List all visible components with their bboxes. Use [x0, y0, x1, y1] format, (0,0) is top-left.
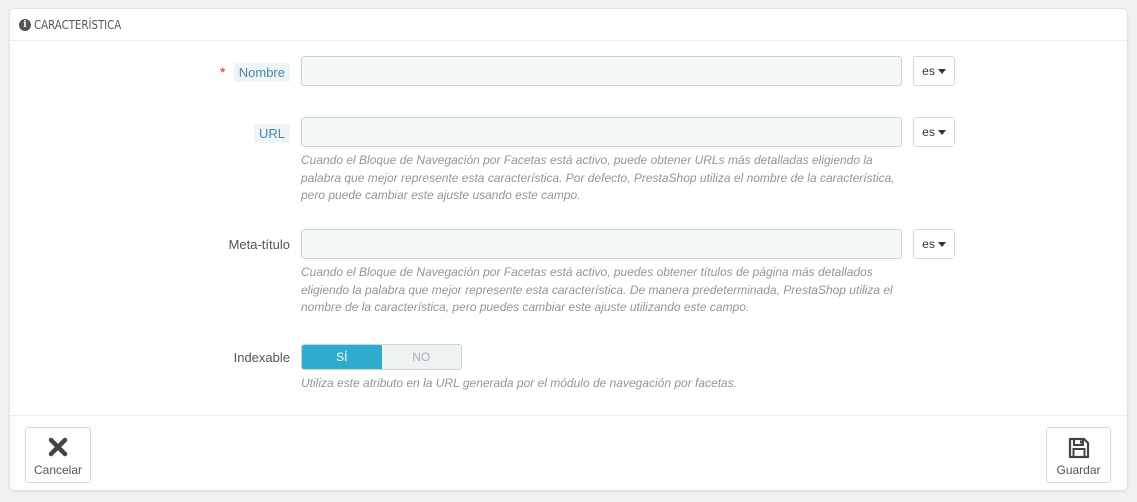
cancel-label: Cancelar — [33, 463, 83, 477]
caret-down-icon — [937, 129, 946, 135]
panel-heading: i CARACTERÍSTICA — [10, 9, 1127, 41]
indexable-label: Indexable — [233, 350, 290, 365]
panel-footer: Cancelar Guardar — [10, 415, 1127, 490]
indexable-yes-option[interactable]: SÍ — [302, 345, 382, 369]
cancel-button[interactable]: Cancelar — [25, 427, 91, 483]
url-input[interactable] — [301, 117, 902, 147]
save-button[interactable]: Guardar — [1046, 427, 1111, 483]
name-label: Nombre — [233, 63, 290, 82]
close-icon — [48, 437, 68, 457]
required-asterisk: * — [220, 64, 226, 80]
url-help-text: Cuando el Bloque de Navegación por Facet… — [301, 153, 895, 202]
meta-title-help-text: Cuando el Bloque de Navegación por Facet… — [301, 265, 893, 314]
meta-title-input[interactable] — [301, 229, 902, 259]
floppy-disk-icon — [1068, 437, 1089, 459]
indexable-switch[interactable]: SÍ NO — [301, 344, 462, 370]
feature-panel: i CARACTERÍSTICA * Nombre es URL es Cuan… — [9, 8, 1128, 491]
indexable-help-text: Utiliza este atributo en la URL generada… — [301, 376, 738, 390]
panel-title: CARACTERÍSTICA — [34, 17, 122, 32]
meta-title-language-dropdown[interactable]: es — [913, 229, 955, 259]
language-code: es — [922, 125, 935, 139]
url-label: URL — [253, 124, 290, 143]
name-language-dropdown[interactable]: es — [913, 56, 955, 86]
caret-down-icon — [937, 68, 946, 74]
url-language-dropdown[interactable]: es — [913, 117, 955, 147]
language-code: es — [922, 64, 935, 78]
save-label: Guardar — [1056, 463, 1101, 477]
name-input[interactable] — [301, 56, 902, 86]
indexable-no-option[interactable]: NO — [381, 345, 461, 369]
info-icon: i — [19, 18, 31, 31]
caret-down-icon — [937, 241, 946, 247]
meta-title-label: Meta-título — [228, 237, 290, 252]
language-code: es — [922, 237, 935, 251]
